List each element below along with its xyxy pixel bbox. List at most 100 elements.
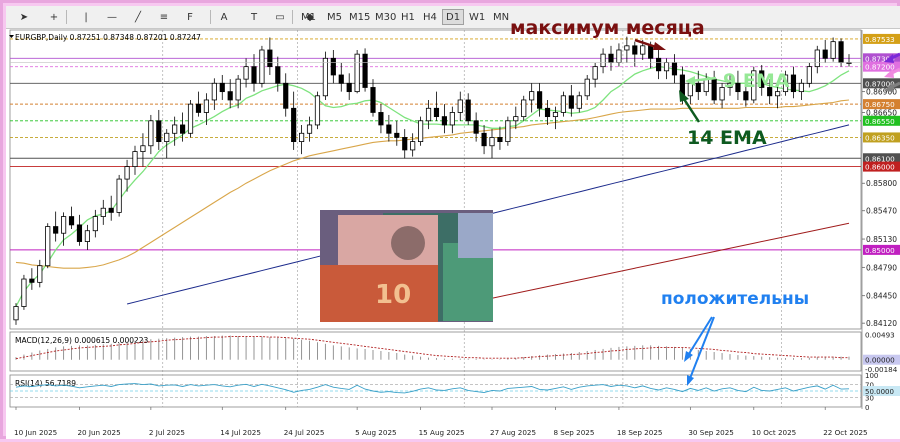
candle-body — [13, 306, 19, 321]
candle-body — [513, 116, 519, 122]
candle-body — [164, 132, 170, 143]
candle-body — [457, 99, 463, 113]
candle-body — [624, 45, 630, 51]
annotation-ema14: 14 EMA — [687, 127, 767, 149]
candle-body — [172, 124, 178, 134]
candle-body — [84, 230, 90, 242]
candle-body — [806, 66, 812, 84]
y-tick-label: 0.85130 — [866, 235, 897, 244]
rsi-tick-label: 30 — [865, 394, 874, 402]
candle-body — [418, 120, 424, 143]
y-tick-label: 0.86650 — [866, 108, 897, 117]
candle-body — [132, 151, 138, 167]
candle-body — [338, 74, 344, 84]
candle-body — [195, 103, 202, 113]
price-level-label: 0.86000 — [865, 163, 895, 172]
candle-body — [552, 112, 559, 118]
candle-body — [608, 53, 614, 63]
x-tick-label: 27 Aug 2025 — [490, 428, 536, 437]
macd-tick-label: 0.00000 — [865, 356, 895, 365]
y-tick-label: 0.85470 — [866, 207, 897, 216]
x-tick-label: 2 Jul 2025 — [149, 428, 185, 437]
candle-body — [299, 132, 305, 143]
candle-body — [394, 132, 400, 138]
candle-body — [410, 141, 416, 151]
candle-body — [283, 82, 289, 109]
candle-body — [489, 137, 495, 147]
price-level-label: 0.87200 — [865, 63, 895, 72]
x-tick-label: 8 Sep 2025 — [553, 428, 594, 437]
candle-body — [711, 78, 717, 101]
candle-body — [362, 53, 368, 88]
candle-body — [830, 41, 836, 59]
candle-body — [330, 57, 336, 76]
candle-body — [465, 99, 471, 122]
window-frame: ➤ + | — ╱ ≡ F A T ▭ ◆ M1 M5 M15 M30 H1 H4 D1 W1 MN 0.87533 0… — [0, 0, 900, 439]
banknote-portrait — [391, 226, 425, 260]
x-tick-label: 20 Jun 2025 — [77, 428, 120, 437]
candle-body — [386, 124, 392, 134]
candle-body — [576, 95, 582, 109]
candle-body — [640, 45, 646, 55]
currency-banknotes-image: 10 — [320, 210, 493, 322]
x-tick-label: 18 Sep 2025 — [617, 428, 663, 437]
rsi-tick-label: 0 — [865, 404, 869, 412]
candle-body — [481, 132, 487, 147]
x-tick-label: 14 Jul 2025 — [220, 428, 261, 437]
price-level-label: 0.86350 — [865, 133, 895, 142]
candle-body — [560, 95, 566, 113]
annotation-max-month: максимум месяца — [510, 17, 705, 39]
candle-body — [529, 91, 535, 101]
y-tick-label: 0.84120 — [866, 319, 897, 328]
candle-body — [505, 120, 511, 143]
candle-body — [124, 166, 130, 180]
candle-body — [140, 145, 146, 152]
candle-body — [798, 82, 804, 93]
price-level-label: 0.86550 — [865, 117, 895, 126]
x-tick-label: 10 Jun 2025 — [14, 428, 57, 437]
candle-body — [354, 53, 360, 93]
candle-body — [322, 57, 328, 97]
candle-body — [378, 112, 384, 126]
candle-body — [219, 82, 225, 93]
candle-body — [537, 91, 543, 109]
candle-body — [314, 95, 321, 126]
candle-body — [45, 226, 51, 267]
candle-body — [29, 278, 35, 283]
candle-body — [346, 82, 352, 93]
chart-title: EURGBP,Daily 0.87251 0.87348 0.87201 0.8… — [15, 33, 201, 42]
candle-body — [100, 207, 106, 217]
annotation-ema9: 9 EMA — [723, 70, 790, 92]
x-tick-label: 15 Aug 2025 — [419, 428, 465, 437]
candle-body — [648, 45, 654, 59]
rsi-tick-label: 100 — [865, 372, 878, 380]
candle-body — [656, 57, 662, 72]
candle-body — [148, 120, 154, 147]
candle-body — [671, 62, 678, 76]
candle-body — [243, 66, 249, 80]
candle-body — [267, 49, 273, 68]
candle-body — [473, 120, 479, 134]
macd-title: MACD(12,26,9) 0.000615 0.000223 — [15, 336, 149, 345]
candle-body — [449, 112, 455, 126]
candle-body — [568, 95, 574, 109]
y-tick-label: 0.85800 — [866, 179, 897, 188]
candle-body — [521, 99, 527, 118]
macd-tick-label: 0.00493 — [865, 330, 895, 339]
annotation-positive: положительны — [661, 289, 809, 309]
candle-body — [790, 74, 797, 93]
candle-body — [156, 120, 162, 143]
candle-body — [497, 137, 503, 143]
candle-body — [61, 216, 67, 234]
candle-body — [116, 178, 122, 213]
y-tick-label: 0.84790 — [866, 263, 897, 272]
candle-body — [433, 107, 440, 118]
rsi-title: RSI(14) 56.7189 — [15, 379, 76, 388]
candle-body — [695, 82, 701, 93]
chart-canvas: 0.875330.873000.872000.870000.867500.865… — [6, 17, 900, 439]
candle-body — [441, 116, 447, 126]
candle-body — [92, 216, 98, 232]
candle-body — [235, 78, 241, 101]
candle-body — [616, 49, 622, 63]
candle-body — [187, 103, 194, 134]
